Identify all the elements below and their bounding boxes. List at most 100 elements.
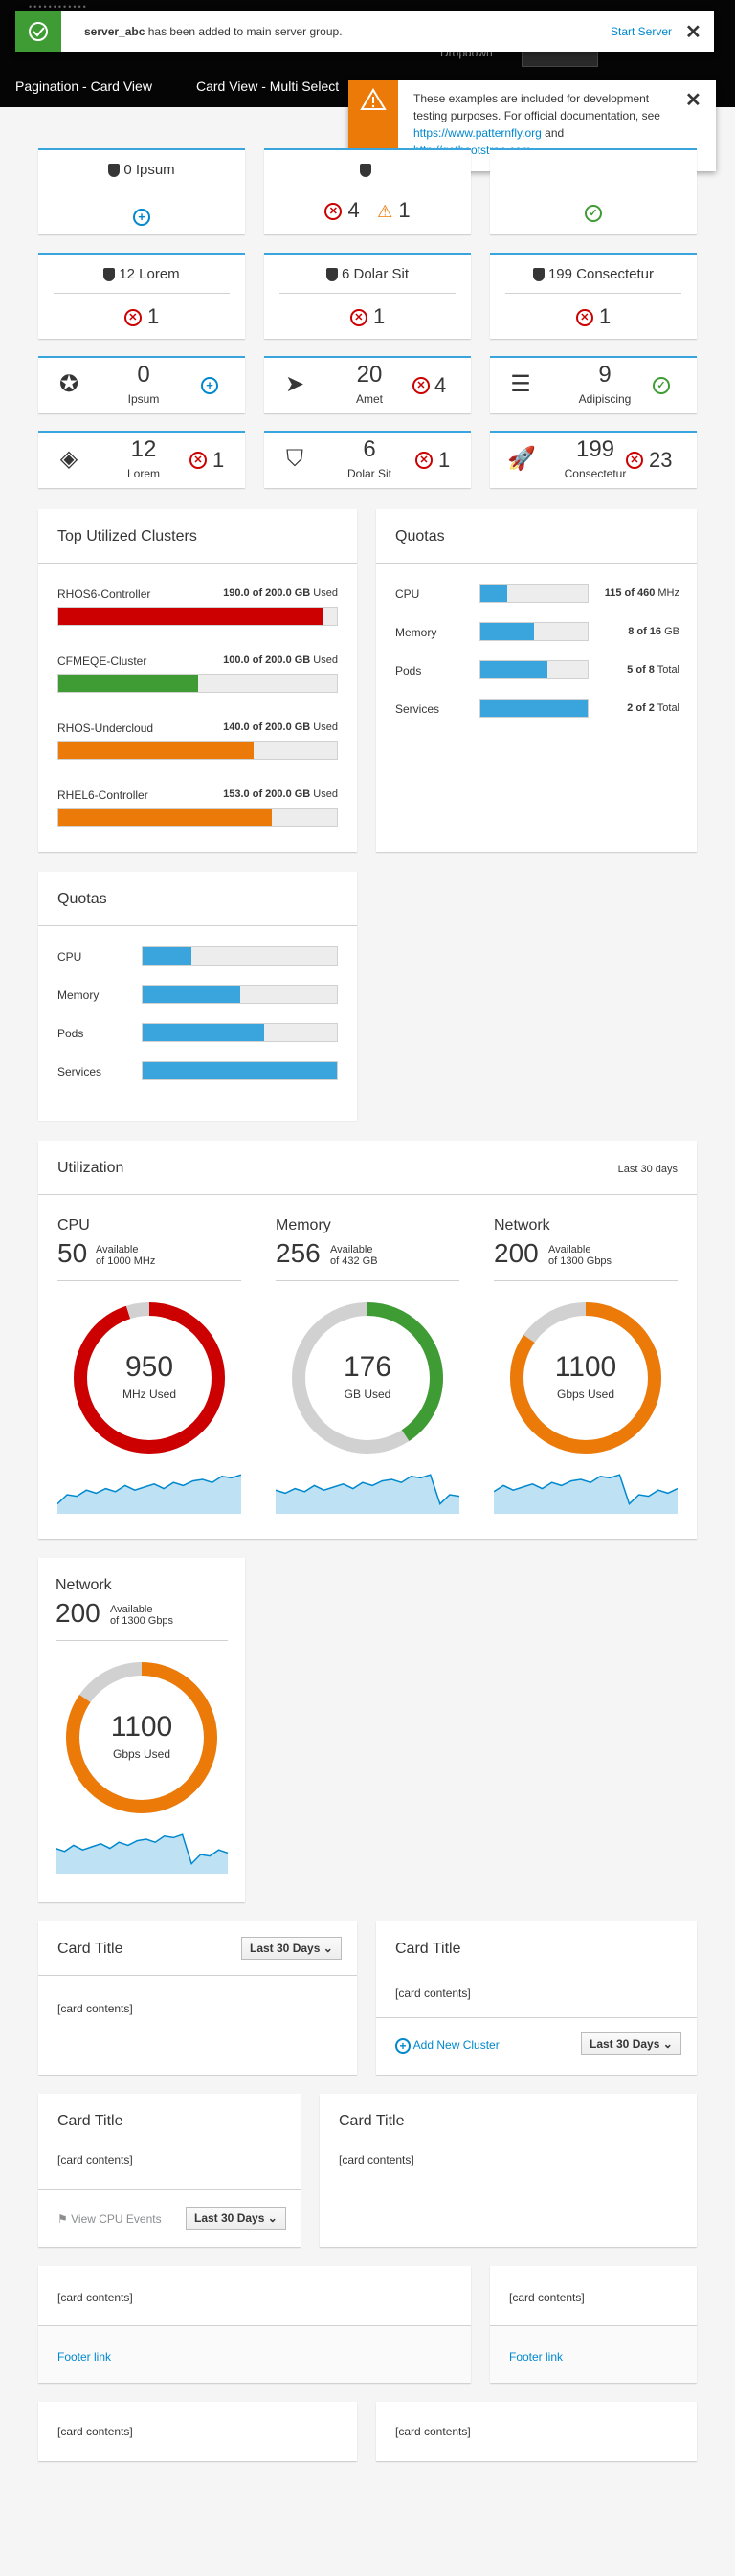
shield-icon: [325, 268, 338, 282]
cluster-usage-value: 140.0 of 200.0 GB: [223, 722, 311, 733]
cluster-usage-suffix: Used: [310, 722, 338, 733]
sparkline-chart: [275, 1474, 460, 1514]
utilization-column: Network 200 Available of 1300 Gbps 1100 G…: [55, 1577, 229, 1893]
select-value: Last 30 Days: [194, 2211, 265, 2225]
mini-card-amet: ➤ 20 Amet ✕ 4: [264, 356, 471, 413]
cubes-icon: ◈: [59, 446, 78, 472]
cluster-usage: 153.0 of 200.0 GB Used: [223, 788, 338, 800]
tab-card-view-multi-select[interactable]: Card View - Multi Select: [196, 78, 339, 94]
utilization-available-text: Available of 432 GB: [330, 1244, 378, 1267]
close-icon[interactable]: ✕: [685, 20, 702, 44]
shield-icon: [108, 164, 121, 178]
utilization-available-number: 256: [276, 1238, 321, 1268]
donut-used-unit: Gbps Used: [112, 1747, 171, 1761]
card-with-action: Card Title [card contents] + Add New Clu…: [376, 1921, 697, 2075]
cluster-progress-bar: [57, 741, 338, 760]
quota-label: Services: [57, 1065, 102, 1078]
cluster-progress-bar: [57, 674, 338, 693]
utilization-metric-title: Memory: [276, 1217, 331, 1233]
card-title: Card Title: [57, 2113, 123, 2129]
quota-label: Memory: [57, 988, 100, 1002]
shield-icon: [103, 268, 116, 282]
quota-progress-bar: [142, 985, 338, 1004]
card-title: Utilization: [57, 1160, 124, 1176]
card-title: Quotas: [57, 891, 107, 907]
utilization-metric-title: CPU: [57, 1217, 90, 1233]
quota-progress-fill: [480, 661, 547, 678]
ok-icon: ✓: [585, 205, 602, 223]
shield-icon: [532, 268, 545, 282]
add-icon[interactable]: +: [133, 209, 150, 227]
warning-line1: These examples are included for developm…: [413, 92, 650, 105]
mini-card-consectetur: 🚀 199 Consectetur ✕ 23: [490, 431, 697, 488]
cluster-progress-fill: [58, 809, 272, 826]
rocket-icon: 🚀: [507, 446, 536, 472]
server-icon: ☰: [510, 371, 531, 397]
date-range-select[interactable]: Last 30 Days ⌄: [186, 2207, 286, 2230]
footer-link[interactable]: Footer link: [509, 2350, 563, 2364]
start-server-link[interactable]: Start Server: [611, 25, 672, 38]
aggregate-card-lorem: 12 Lorem ✕ 1: [38, 253, 245, 339]
available-of: of 1000 MHz: [96, 1255, 156, 1267]
error-count: 23: [649, 448, 673, 472]
aggregate-card-consectetur: 199 Consectetur ✕ 1: [490, 253, 697, 339]
cluster-usage-value: 153.0 of 200.0 GB: [223, 788, 311, 800]
available-of: of 1300 Gbps: [548, 1255, 612, 1267]
utilization-column: Network 200 Available of 1300 Gbps 1100 G…: [493, 1217, 679, 1523]
quota-value-unit: GB: [661, 626, 679, 637]
utilization-available-number: 200: [494, 1238, 539, 1268]
cpu-events-action[interactable]: ⚑ View CPU Events: [57, 2212, 162, 2226]
error-count: 1: [598, 304, 612, 328]
date-range-select[interactable]: Last 30 Days ⌄: [241, 1937, 342, 1960]
utilization-card: Utilization Last 30 days CPU 50 Availabl…: [38, 1141, 697, 1539]
error-circle-icon: ✕: [349, 309, 368, 327]
add-cluster-link[interactable]: Add New Cluster: [413, 2038, 500, 2052]
close-icon[interactable]: ✕: [685, 88, 702, 112]
quota-label: Services: [395, 702, 440, 716]
cluster-progress-bar: [57, 808, 338, 827]
quota-progress-bar: [142, 946, 338, 966]
utilization-available-text: Available of 1300 Gbps: [110, 1604, 173, 1627]
mini-card-label: Dolar Sit: [346, 467, 391, 480]
toast-message: has been added to main server group.: [145, 25, 343, 38]
tab-pagination-card-view[interactable]: Pagination - Card View: [15, 78, 152, 94]
aggregate-card-ipsum: 0 Ipsum +: [38, 148, 245, 234]
card-contents: [card contents]: [395, 2425, 471, 2438]
card-contents: [card contents]: [395, 1987, 471, 2000]
sparkline-chart: [493, 1474, 679, 1514]
available-label: Available: [330, 1244, 373, 1255]
warning-and: and: [541, 126, 565, 140]
error-count: 1: [372, 304, 386, 328]
quota-progress-bar: [479, 660, 589, 679]
warning-triangle-icon: ⚠: [377, 201, 393, 221]
cluster-name: RHEL6-Controller: [57, 788, 148, 802]
navbar-dots: ••••••••••••: [29, 2, 88, 11]
warning-count: 1: [398, 198, 411, 222]
quota-value: 8 of 16 GB: [628, 626, 679, 637]
quota-value-unit: MHz: [655, 588, 679, 599]
card-title: 199 Consectetur: [547, 266, 655, 282]
card-contents: [card contents]: [57, 2153, 133, 2166]
cluster-usage-suffix: Used: [310, 655, 338, 666]
add-cluster-action[interactable]: + Add New Cluster: [395, 2038, 500, 2054]
cpu-events-link[interactable]: View CPU Events: [71, 2212, 161, 2226]
card-title: Quotas: [395, 528, 445, 544]
quota-value-number: 115 of 460: [604, 588, 656, 599]
toast-server-name: server_abc: [84, 25, 145, 38]
quota-progress-fill: [143, 947, 191, 965]
quota-value-number: 5 of 8: [627, 664, 655, 676]
date-range-select[interactable]: Last 30 Days ⌄: [581, 2032, 681, 2055]
card-plain: Card Title [card contents]: [320, 2094, 697, 2247]
add-icon: +: [395, 2038, 411, 2054]
cluster-progress-fill: [58, 608, 323, 625]
mini-card-number: 20: [356, 362, 383, 388]
add-icon[interactable]: +: [201, 377, 218, 394]
quotas-card: Quotas CPU 115 of 460 MHz Memory 8 of 16 …: [376, 509, 697, 852]
donut-used-unit: MHz Used: [122, 1388, 176, 1401]
select-value: Last 30 Days: [250, 1942, 321, 1955]
cluster-progress-bar: [57, 607, 338, 626]
patternfly-link[interactable]: https://www.patternfly.org: [413, 126, 542, 140]
footer-link[interactable]: Footer link: [57, 2350, 111, 2364]
cluster-name: RHOS6-Controller: [57, 588, 151, 601]
card-title: 6 Dolar Sit: [341, 266, 410, 282]
